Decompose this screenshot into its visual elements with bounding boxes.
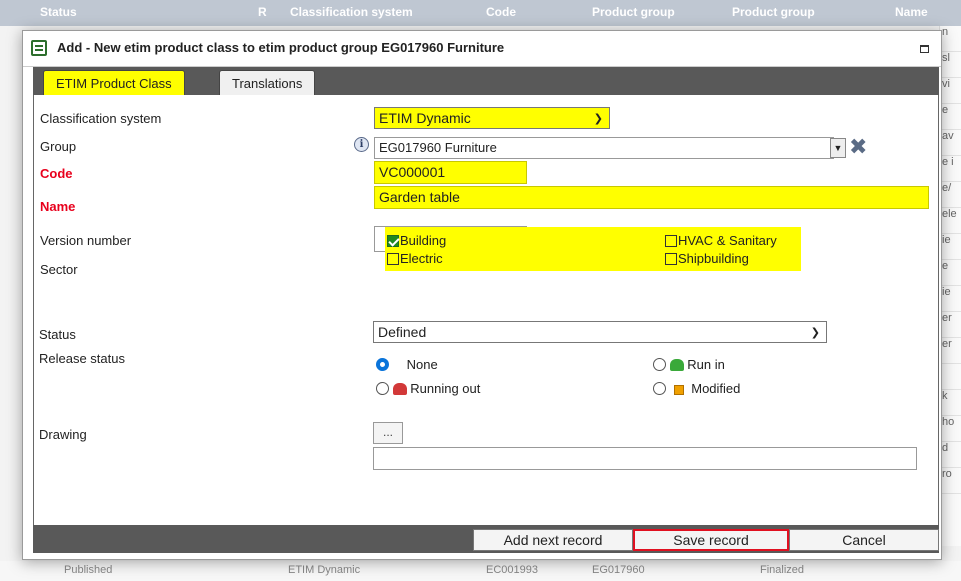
group-dropdown-button[interactable]: ▼	[830, 138, 846, 158]
dialog-footer: Add next record Save record Cancel	[33, 525, 939, 553]
drawing-browse-button[interactable]: ...	[373, 422, 403, 444]
red-flag-icon	[392, 383, 407, 395]
group-label: Group	[40, 139, 77, 154]
background-table-header: Status R Classification system Code Prod…	[0, 0, 961, 26]
name-label: Name	[40, 199, 76, 214]
bg-footer-status: Published	[64, 564, 113, 576]
release-modified-label: Modified	[691, 381, 741, 396]
bg-col-name: Name	[895, 5, 928, 19]
bg-row	[940, 364, 961, 390]
release-none-radio[interactable]: None	[376, 357, 438, 372]
group-combo-input[interactable]: EG017960 Furniture	[374, 137, 834, 159]
sector-label: Sector	[40, 262, 78, 277]
bg-row: n	[940, 26, 961, 52]
sector-building-checkbox[interactable]: Building	[387, 233, 446, 248]
bg-row: e	[940, 260, 961, 286]
tab-translations[interactable]: Translations	[219, 70, 316, 95]
dialog-titlebar[interactable]: Add - New etim product class to etim pro…	[23, 31, 941, 67]
bg-row: er	[940, 338, 961, 364]
name-input[interactable]: Garden table	[374, 186, 929, 209]
radio-icon	[653, 382, 666, 395]
bg-row: e/	[940, 182, 961, 208]
radio-selected-icon	[376, 358, 389, 371]
release-run-in-radio[interactable]: Run in	[653, 357, 725, 372]
add-class-dialog: Add - New etim product class to etim pro…	[22, 30, 942, 560]
clear-icon[interactable]: ✖	[849, 136, 867, 158]
group-value: EG017960 Furniture	[379, 140, 497, 155]
tab-etim-product-class[interactable]: ETIM Product Class	[43, 70, 185, 95]
drawing-input[interactable]	[373, 447, 917, 470]
bg-row: av	[940, 130, 961, 156]
status-value: Defined	[378, 324, 427, 340]
sector-electric-label: Electric	[400, 251, 443, 266]
bg-row: e i	[940, 156, 961, 182]
bg-row: ie	[940, 286, 961, 312]
bg-row: ro	[940, 468, 961, 494]
bg-col-status: Status	[40, 5, 77, 19]
classification-system-value: ETIM Dynamic	[379, 110, 471, 126]
checkbox-icon	[387, 253, 399, 265]
checkbox-icon	[665, 253, 677, 265]
form-icon	[31, 40, 47, 56]
bg-row: ho	[940, 416, 961, 442]
add-next-record-button[interactable]: Add next record	[473, 529, 633, 551]
name-value: Garden table	[379, 189, 460, 205]
classification-system-select[interactable]: ETIM Dynamic ❯	[374, 107, 610, 129]
tab-strip: ETIM Product Class Translations	[33, 67, 939, 95]
bg-row: vi	[940, 78, 961, 104]
bg-col-classification: Classification system	[290, 5, 413, 19]
info-icon[interactable]: i	[354, 137, 369, 152]
bg-row: e	[940, 104, 961, 130]
save-record-button[interactable]: Save record	[633, 529, 789, 551]
bg-row: ie	[940, 234, 961, 260]
release-running-out-radio[interactable]: Running out	[376, 381, 480, 396]
code-label: Code	[40, 166, 73, 181]
green-flag-icon	[669, 359, 684, 371]
classification-system-label: Classification system	[40, 111, 162, 126]
bg-footer-group: EG017960	[592, 564, 645, 576]
status-select[interactable]: Defined ❯	[373, 321, 827, 343]
sector-shipbuilding-checkbox[interactable]: Shipbuilding	[665, 251, 749, 266]
code-value: VC000001	[379, 164, 446, 180]
release-run-in-label: Run in	[687, 357, 725, 372]
bg-col-product-group-2: Product group	[732, 5, 815, 19]
sector-building-label: Building	[400, 233, 447, 248]
bg-footer-code: EC001993	[486, 564, 538, 576]
sector-options: Building HVAC & Sanitary Electric Shipbu…	[385, 227, 801, 271]
bg-footer-status-2: Finalized	[760, 564, 805, 576]
version-number-label: Version number	[40, 233, 132, 248]
chevron-down-icon: ❯	[810, 327, 820, 339]
cancel-button[interactable]: Cancel	[789, 529, 939, 551]
bg-row: k	[940, 390, 961, 416]
checkbox-checked-icon	[387, 235, 399, 247]
bg-row: sl	[940, 52, 961, 78]
sector-shipbuilding-label: Shipbuilding	[678, 251, 749, 266]
release-modified-radio[interactable]: Modified	[653, 381, 740, 396]
background-right-column: n sl vi e av e i e/ ele ie e ie er er k …	[939, 26, 961, 546]
chevron-down-icon: ❯	[593, 113, 603, 125]
dialog-title: Add - New etim product class to etim pro…	[57, 40, 505, 55]
release-none-label: None	[406, 357, 438, 372]
checkbox-icon	[665, 235, 677, 247]
release-running-out-label: Running out	[410, 381, 481, 396]
sector-electric-checkbox[interactable]: Electric	[387, 251, 443, 266]
radio-icon	[653, 358, 666, 371]
bg-col-r: R	[258, 5, 267, 19]
orange-square-icon	[673, 385, 684, 395]
bg-row: d	[940, 442, 961, 468]
code-input[interactable]: VC000001	[374, 161, 527, 184]
background-bottom-row: Published ETIM Dynamic EC001993 EG017960…	[0, 561, 961, 581]
bg-col-code: Code	[486, 5, 516, 19]
bg-row: er	[940, 312, 961, 338]
bg-col-product-group: Product group	[592, 5, 675, 19]
radio-icon	[376, 382, 389, 395]
bg-row: ele	[940, 208, 961, 234]
sector-hvac-checkbox[interactable]: HVAC & Sanitary	[665, 233, 777, 248]
sector-hvac-label: HVAC & Sanitary	[678, 233, 777, 248]
maximize-icon[interactable]	[920, 45, 929, 53]
bg-footer-system: ETIM Dynamic	[288, 564, 361, 576]
